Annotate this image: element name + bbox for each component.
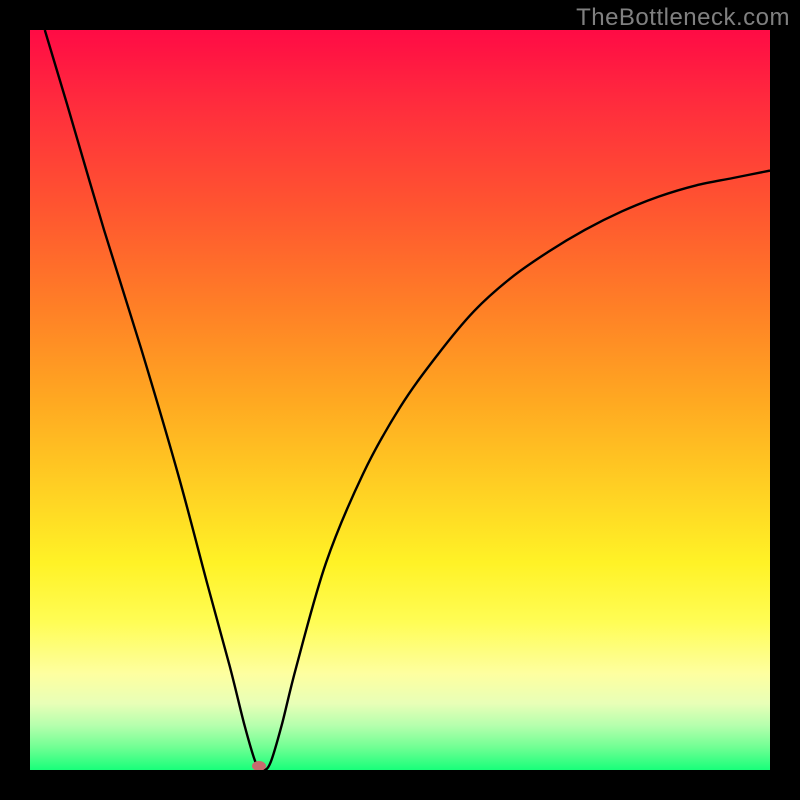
watermark-text: TheBottleneck.com bbox=[576, 4, 790, 32]
bottleneck-curve bbox=[30, 30, 770, 770]
plot-area bbox=[30, 30, 770, 770]
curve-path bbox=[45, 30, 770, 770]
vertex-marker bbox=[252, 761, 266, 770]
chart-frame: TheBottleneck.com bbox=[0, 0, 800, 800]
